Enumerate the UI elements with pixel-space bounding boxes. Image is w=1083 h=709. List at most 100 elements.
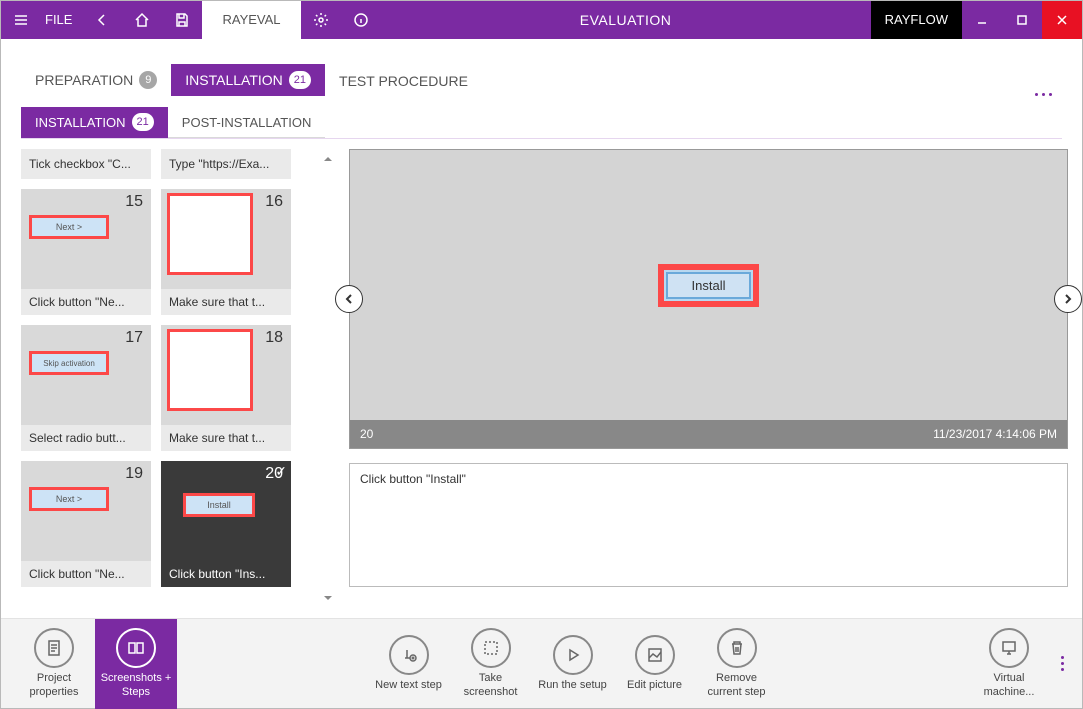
file-menu[interactable]: FILE	[41, 1, 82, 39]
bottom-toolbar: Project properties Screenshots + Steps N…	[1, 618, 1082, 708]
preview-next-button[interactable]	[1054, 285, 1082, 313]
step-number: 17	[125, 329, 143, 347]
preview-meta-bar: 20 11/23/2017 4:14:06 PM	[350, 420, 1067, 448]
preview-highlight-box: Install	[658, 264, 760, 307]
menu-icon[interactable]	[1, 1, 41, 39]
step-number: 20	[265, 465, 283, 483]
camera-icon	[471, 628, 511, 668]
gear-icon[interactable]	[301, 1, 341, 39]
steps-column: Tick checkbox "C... Type "https://Exa...…	[21, 149, 307, 618]
step-card[interactable]: 18 Make sure that t...	[161, 325, 291, 451]
toolbar-overflow-icon[interactable]	[1054, 656, 1070, 671]
minimize-button[interactable]	[962, 1, 1002, 39]
button-label: Remove	[716, 672, 757, 685]
tabs-overflow-icon[interactable]	[1035, 93, 1052, 96]
preview-prev-button[interactable]	[335, 285, 363, 313]
app-window: FILE RAYEVAL EVALUATION RAYFLOW PREPARAT…	[0, 0, 1083, 709]
preview-column: Install 20 11/23/2017 4:14:06 PM Click b…	[349, 149, 1068, 618]
step-number: 19	[125, 465, 143, 483]
step-card[interactable]: Tick checkbox "C...	[21, 149, 151, 179]
tab-label: PREPARATION	[35, 72, 133, 88]
title-bar-left: FILE RAYEVAL	[1, 1, 381, 39]
doc-icon	[34, 628, 74, 668]
home-icon[interactable]	[122, 1, 162, 39]
step-card[interactable]: 17 Skip activation Select radio butt...	[21, 325, 151, 451]
tab-label: INSTALLATION	[185, 72, 283, 88]
save-icon[interactable]	[162, 1, 202, 39]
thumb-skip-button: Skip activation	[29, 351, 109, 375]
scroll-down-icon[interactable]	[322, 592, 334, 604]
screenshots-steps-button[interactable]: Screenshots + Steps	[95, 619, 177, 709]
step-card[interactable]: 19 Next > Click button "Ne...	[21, 461, 151, 587]
tab-rayeval[interactable]: RAYEVAL	[202, 1, 300, 39]
trash-icon	[717, 628, 757, 668]
step-number: 16	[265, 193, 283, 211]
button-label: Run the setup	[538, 679, 607, 692]
subtab-installation[interactable]: INSTALLATION 21	[21, 107, 168, 138]
step-caption: Type "https://Exa...	[161, 149, 291, 179]
button-label: Edit picture	[627, 679, 682, 692]
preview-wrapper: Install 20 11/23/2017 4:14:06 PM	[349, 149, 1068, 449]
play-icon	[553, 635, 593, 675]
step-card[interactable]: 16 Make sure that t...	[161, 189, 291, 315]
step-number: 15	[125, 193, 143, 211]
tab-test-procedure[interactable]: TEST PROCEDURE	[325, 66, 482, 96]
step-caption: Tick checkbox "C...	[21, 149, 151, 179]
run-setup-button[interactable]: Run the setup	[532, 619, 614, 709]
close-button[interactable]	[1042, 1, 1082, 39]
take-screenshot-button[interactable]: Take screenshot	[450, 619, 532, 709]
tab-label: INSTALLATION	[35, 115, 126, 130]
step-thumbnail: 18	[161, 325, 291, 425]
button-label: machine...	[984, 686, 1035, 699]
edit-picture-button[interactable]: Edit picture	[614, 619, 696, 709]
step-card-selected[interactable]: ✓ 20 Install Click button "Ins...	[161, 461, 291, 587]
step-thumbnail: 17 Skip activation	[21, 325, 151, 425]
virtual-machine-button[interactable]: Virtual machine...	[968, 619, 1050, 709]
screens-icon	[116, 628, 156, 668]
maximize-button[interactable]	[1002, 1, 1042, 39]
textstep-icon	[389, 635, 429, 675]
step-card[interactable]: Type "https://Exa...	[161, 149, 291, 179]
tab-badge: 21	[132, 113, 154, 131]
step-caption: Click button "Ne...	[21, 561, 151, 587]
tab-installation[interactable]: INSTALLATION 21	[171, 64, 325, 96]
thumb-next-button: Next >	[29, 487, 109, 511]
step-description-input[interactable]: Click button "Install"	[349, 463, 1068, 587]
subtab-post-installation[interactable]: POST-INSTALLATION	[168, 107, 326, 138]
tab-badge: 21	[289, 71, 311, 89]
thumb-next-button: Next >	[29, 215, 109, 239]
preview-step-number: 20	[360, 427, 373, 441]
step-card[interactable]: 15 Next > Click button "Ne...	[21, 189, 151, 315]
tab-label: POST-INSTALLATION	[182, 115, 312, 130]
button-label: Project	[37, 672, 71, 685]
step-caption: Make sure that t...	[161, 425, 291, 451]
remove-step-button[interactable]: Remove current step	[696, 619, 778, 709]
scroll-up-icon[interactable]	[322, 153, 334, 165]
tab-preparation[interactable]: PREPARATION 9	[21, 64, 171, 96]
preview-canvas: Install	[350, 150, 1067, 420]
step-number: 18	[265, 329, 283, 347]
button-label: screenshot	[464, 686, 518, 699]
steps-scrollbar[interactable]	[319, 149, 337, 618]
step-caption: Select radio butt...	[21, 425, 151, 451]
new-text-step-button[interactable]: New text step	[368, 619, 450, 709]
window-controls	[962, 1, 1082, 39]
project-properties-button[interactable]: Project properties	[13, 619, 95, 709]
step-thumbnail: ✓ 20 Install	[161, 461, 291, 561]
preview-frame: Install 20 11/23/2017 4:14:06 PM	[349, 149, 1068, 449]
step-caption: Click button "Ne...	[21, 289, 151, 315]
button-label: Screenshots +	[101, 672, 172, 685]
button-label: current step	[707, 686, 765, 699]
button-label: New text step	[375, 679, 442, 692]
primary-tabs: PREPARATION 9 INSTALLATION 21 TEST PROCE…	[1, 55, 1082, 97]
thumb-install-button: Install	[183, 493, 255, 517]
edit-icon	[635, 635, 675, 675]
back-icon[interactable]	[82, 1, 122, 39]
title-bar: FILE RAYEVAL EVALUATION RAYFLOW	[1, 1, 1082, 39]
button-label: Virtual	[994, 672, 1025, 685]
preview-timestamp: 11/23/2017 4:14:06 PM	[933, 427, 1057, 441]
info-icon[interactable]	[341, 1, 381, 39]
step-grid: Tick checkbox "C... Type "https://Exa...…	[21, 149, 307, 587]
rayflow-button[interactable]: RAYFLOW	[871, 1, 962, 39]
window-title: EVALUATION	[381, 1, 871, 39]
